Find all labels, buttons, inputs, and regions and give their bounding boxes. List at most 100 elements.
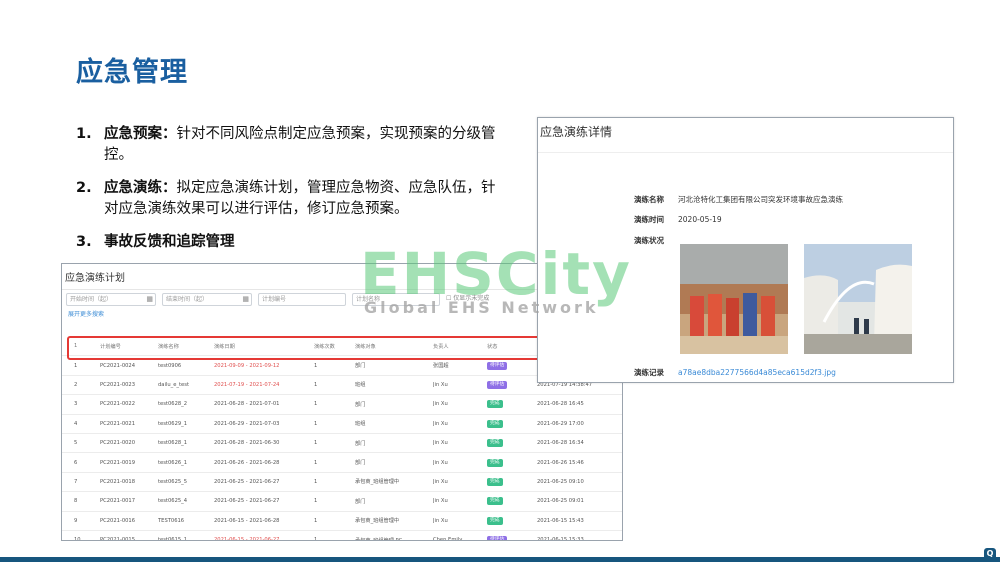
- filter-placeholder: 计划编号: [262, 296, 287, 303]
- point-number: 3.: [76, 234, 92, 250]
- plan-code: PC2021-0018: [100, 472, 158, 493]
- start-date-filter[interactable]: 开始时间（起） ▦: [66, 293, 156, 306]
- drill-target: 部门: [355, 452, 433, 473]
- drill-date: 2021-06-15 - 2021-06-28: [214, 511, 314, 531]
- row-index: 8: [62, 491, 100, 512]
- drill-count: 1: [314, 414, 355, 434]
- watermark-subtitle: Global EHS Network: [364, 298, 599, 317]
- status-badge: 待评估: [487, 380, 508, 389]
- status-cell: 完成: [487, 511, 537, 531]
- owner: Jin Xu: [433, 511, 487, 531]
- owner: Jin Xu: [433, 472, 487, 493]
- drill-count: 1: [314, 433, 355, 454]
- plan-code: PC2021-0022: [100, 394, 158, 415]
- drill-date: 2021-06-26 - 2021-06-28: [214, 452, 314, 473]
- detail-label: 演练记录: [634, 368, 664, 377]
- plan-code: PC2021-0016: [100, 511, 158, 531]
- table-row[interactable]: 3 PC2021-0022 test0628_2 2021-06-28 - 2021-…: [62, 394, 622, 415]
- header-highlight-box: [67, 336, 551, 360]
- table-row[interactable]: 7 PC2021-0018 test0625_5 2021-06-25 - 2021-…: [62, 472, 622, 493]
- drill-target: 承包商_班组管理中: [355, 472, 433, 493]
- detail-name-row: 演练名称 河北沧特化工集团有限公司突发环境事故应急演练: [634, 194, 843, 205]
- drill-photo-1[interactable]: [680, 244, 788, 354]
- owner: Jin Xu: [433, 394, 487, 415]
- drill-date: 2021-06-29 - 2021-07-03: [214, 414, 314, 434]
- expand-search-link[interactable]: 展开更多搜索: [68, 309, 104, 318]
- status-cell: 完成: [487, 452, 537, 473]
- plan-code: PC2021-0021: [100, 414, 158, 434]
- drill-count: 1: [314, 472, 355, 493]
- drill-name: test0626_1: [158, 452, 214, 473]
- status-badge: 完成: [487, 419, 503, 428]
- detail-value: 河北沧特化工集团有限公司突发环境事故应急演练: [678, 195, 843, 204]
- drill-target: 承包商_班组管理 PC: [355, 530, 433, 540]
- created-time: 2021-06-25 09:10: [537, 472, 622, 493]
- calendar-icon: ▦: [242, 295, 249, 303]
- end-date-filter[interactable]: 结束时间（起） ▦: [162, 293, 252, 306]
- plan-code-filter[interactable]: 计划编号: [258, 293, 346, 306]
- table-row[interactable]: 9 PC2021-0016 TEST0616 2021-06-15 - 2021-06…: [62, 511, 622, 531]
- created-time: 2021-06-29 17:00: [537, 414, 622, 434]
- detail-record-row: 演练记录 a78ae8dba2277566d4a85eca615d2f3.jpg: [634, 367, 836, 378]
- owner: Jin Xu: [433, 375, 487, 396]
- drill-date: 2021-06-15 - 2021-06-27: [214, 530, 314, 540]
- drill-target: 承包商_班组管理中: [355, 511, 433, 531]
- owner: Jin Xu: [433, 452, 487, 473]
- point-heading: 应急预案：: [104, 126, 177, 142]
- row-index: 2: [62, 375, 100, 396]
- drill-name: dailu_e_test: [158, 375, 214, 396]
- drill-name: test0625_4: [158, 491, 214, 512]
- status-cell: 完成: [487, 491, 537, 512]
- plan-code: PC2021-0019: [100, 452, 158, 473]
- status-cell: 完成: [487, 414, 537, 434]
- status-badge: 待评估: [487, 536, 508, 540]
- point-item: 2. 应急演练：拟定应急演练计划，管理应急物资、应急队伍，针对应急演练效果可以进行…: [76, 178, 506, 220]
- drill-target: 部门: [355, 433, 433, 454]
- row-index: 10: [62, 530, 100, 540]
- plan-code: PC2021-0017: [100, 491, 158, 512]
- status-cell: 完成: [487, 472, 537, 493]
- detail-title: 应急演练详情: [538, 118, 953, 153]
- status-badge: 完成: [487, 458, 503, 467]
- filter-placeholder: 结束时间（起）: [166, 296, 209, 303]
- plan-code: PC2021-0020: [100, 433, 158, 454]
- drill-date: 2021-07-19 - 2021-07-24: [214, 375, 314, 396]
- owner: Jin Xu: [433, 414, 487, 434]
- drill-target: 部门: [355, 394, 433, 415]
- drill-target: 班组: [355, 375, 433, 396]
- calendar-icon: ▦: [146, 295, 153, 303]
- table-row[interactable]: 6 PC2021-0019 test0626_1 2021-06-26 - 2021-…: [62, 452, 622, 473]
- status-cell: 完成: [487, 394, 537, 415]
- drill-photo-2[interactable]: [804, 244, 912, 354]
- status-badge: 完成: [487, 477, 503, 486]
- record-file-link[interactable]: a78ae8dba2277566d4a85eca615d2f3.jpg: [678, 368, 836, 377]
- table-row[interactable]: 4 PC2021-0021 test0629_1 2021-06-29 - 2021-…: [62, 414, 622, 434]
- table-row[interactable]: 10 PC2021-0015 test0615_1 2021-06-15 - 2021…: [62, 530, 622, 540]
- table-row[interactable]: 5 PC2021-0020 test0628_1 2021-06-28 - 2021-…: [62, 433, 622, 454]
- drill-date: 2021-06-28 - 2021-07-01: [214, 394, 314, 415]
- row-index: 4: [62, 414, 100, 434]
- detail-label: 演练时间: [634, 215, 664, 224]
- row-index: 7: [62, 472, 100, 493]
- drill-target: 部门: [355, 491, 433, 512]
- drill-count: 1: [314, 452, 355, 473]
- drill-count: 1: [314, 375, 355, 396]
- created-time: 2021-06-28 16:34: [537, 433, 622, 454]
- point-number: 1.: [76, 126, 92, 142]
- row-index: 5: [62, 433, 100, 454]
- status-cell: 完成: [487, 433, 537, 454]
- created-time: 2021-06-26 15:46: [537, 452, 622, 473]
- drill-name: test0625_5: [158, 472, 214, 493]
- slide-title: 应急管理: [76, 57, 188, 88]
- plan-code: PC2021-0023: [100, 375, 158, 396]
- row-index: 6: [62, 452, 100, 473]
- drill-count: 1: [314, 530, 355, 540]
- detail-label: 演练状况: [634, 236, 664, 245]
- status-cell: 待评估: [487, 375, 537, 396]
- detail-value: 2020-05-19: [678, 215, 722, 224]
- status-badge: 待评估: [487, 361, 508, 370]
- created-time: 2021-06-15 15:33: [537, 530, 622, 540]
- status-badge: 完成: [487, 439, 503, 448]
- status-badge: 完成: [487, 497, 503, 506]
- table-row[interactable]: 8 PC2021-0017 test0625_4 2021-06-25 - 2021-…: [62, 491, 622, 512]
